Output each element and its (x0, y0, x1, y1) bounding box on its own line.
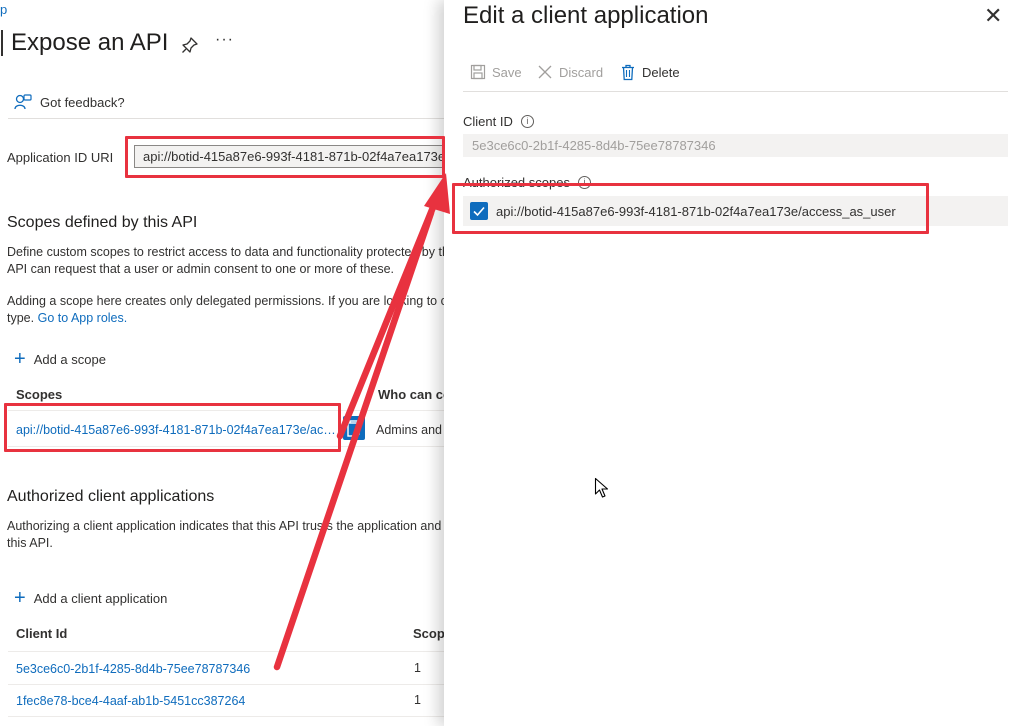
arrow-to-authorized-scope (273, 209, 435, 671)
arrow-head (424, 173, 450, 214)
arrow-from-scope-row (336, 191, 442, 440)
annotation-arrows (273, 173, 450, 671)
